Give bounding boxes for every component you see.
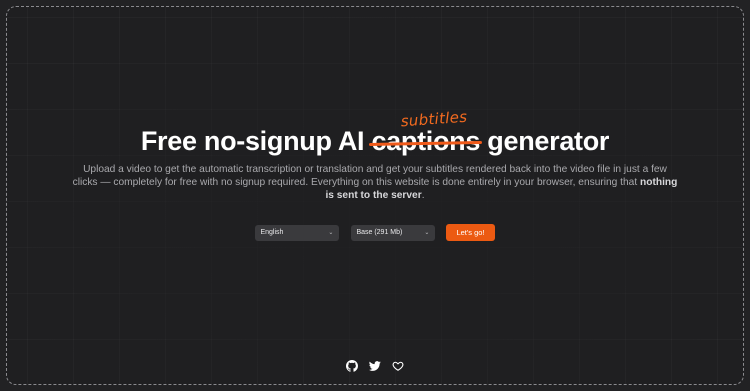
title-struck-wrap: captionssubtitles <box>369 108 483 157</box>
footer-links <box>7 360 743 372</box>
title-suffix: generator <box>487 126 610 156</box>
submit-button[interactable]: Let's go! <box>446 224 495 241</box>
page-title: Free no-signup AI captionssubtitles gene… <box>7 108 743 157</box>
page-frame: Free no-signup AI captionssubtitles gene… <box>6 6 744 385</box>
github-icon[interactable] <box>346 360 358 372</box>
model-select[interactable]: Base (291 Mb) ⌄ <box>351 224 436 241</box>
controls-row: English ⌄ Base (291 Mb) ⌄ Let's go! <box>7 224 743 241</box>
description: Upload a video to get the automatic tran… <box>70 163 680 202</box>
hero: Free no-signup AI captionssubtitles gene… <box>7 108 743 202</box>
language-select[interactable]: English ⌄ <box>255 224 340 241</box>
description-main: Upload a video to get the automatic tran… <box>72 164 667 189</box>
heart-icon[interactable] <box>392 360 404 372</box>
description-end: . <box>421 190 425 202</box>
language-value: English <box>260 228 284 236</box>
model-value: Base (291 Mb) <box>356 228 403 236</box>
chevron-down-icon: ⌄ <box>424 228 430 236</box>
twitter-icon[interactable] <box>369 360 381 372</box>
chevron-down-icon: ⌄ <box>328 228 334 236</box>
title-prefix: Free no-signup AI <box>140 126 365 156</box>
